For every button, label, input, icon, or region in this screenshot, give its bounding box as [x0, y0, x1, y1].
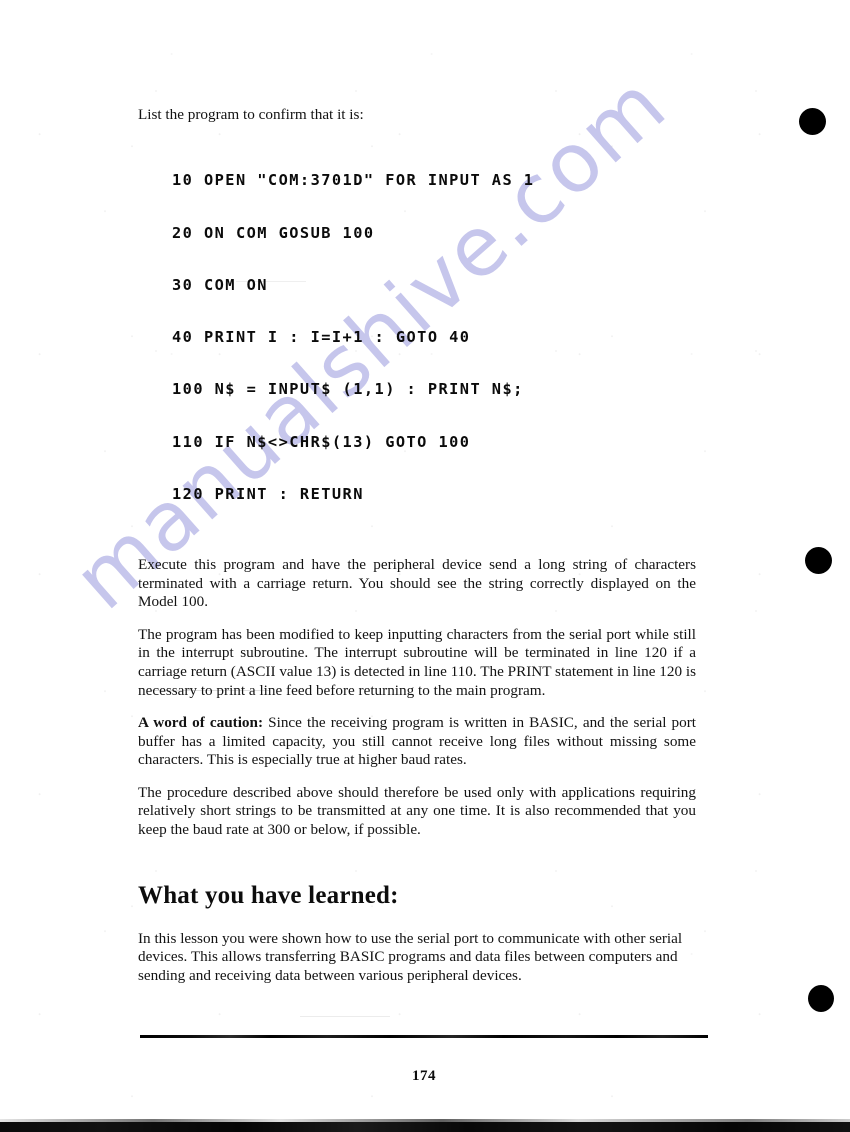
page-content: List the program to confirm that it is: …	[138, 106, 696, 999]
paragraph-summary: In this lesson you were shown how to use…	[138, 929, 683, 984]
page-number: 174	[412, 1068, 436, 1084]
paragraph-procedure: The procedure described above should the…	[138, 783, 696, 839]
code-line: 40 PRINT I : I=I+1 : GOTO 40	[172, 328, 471, 347]
scan-bottom-edge	[0, 1119, 850, 1132]
footer-divider	[140, 1035, 708, 1038]
paragraph-program-modified: The program has been modified to keep in…	[138, 625, 696, 699]
code-line: 10 OPEN "COM:3701D" FOR INPUT AS 1	[172, 171, 535, 190]
hole-punch-mark-top	[799, 108, 826, 135]
intro-paragraph: List the program to confirm that it is:	[138, 106, 364, 123]
scanned-manual-page: manualshive.com List the program to conf…	[0, 0, 850, 1132]
basic-code-listing: 10 OPEN "COM:3701D" FOR INPUT AS 1 20 ON…	[138, 138, 696, 538]
code-line: 120 PRINT : RETURN	[172, 484, 364, 503]
code-line: 30 COM ON	[172, 275, 268, 294]
code-line: 100 N$ = INPUT$ (1,1) : PRINT N$;	[172, 380, 524, 399]
hole-punch-mark-middle	[805, 547, 832, 574]
scan-streak	[300, 1016, 390, 1017]
caution-label: A word of caution:	[138, 714, 264, 732]
code-line: 20 ON COM GOSUB 100	[172, 223, 375, 242]
hole-punch-mark-bottom	[808, 985, 834, 1012]
paragraph-caution: A word of caution: Since the receiving p…	[138, 714, 696, 770]
section-heading-what-you-have-learned: What you have learned:	[138, 881, 399, 909]
code-line: 110 IF N$<>CHR$(13) GOTO 100	[172, 432, 471, 451]
paragraph-execute-program: Execute this program and have the periph…	[138, 555, 696, 611]
